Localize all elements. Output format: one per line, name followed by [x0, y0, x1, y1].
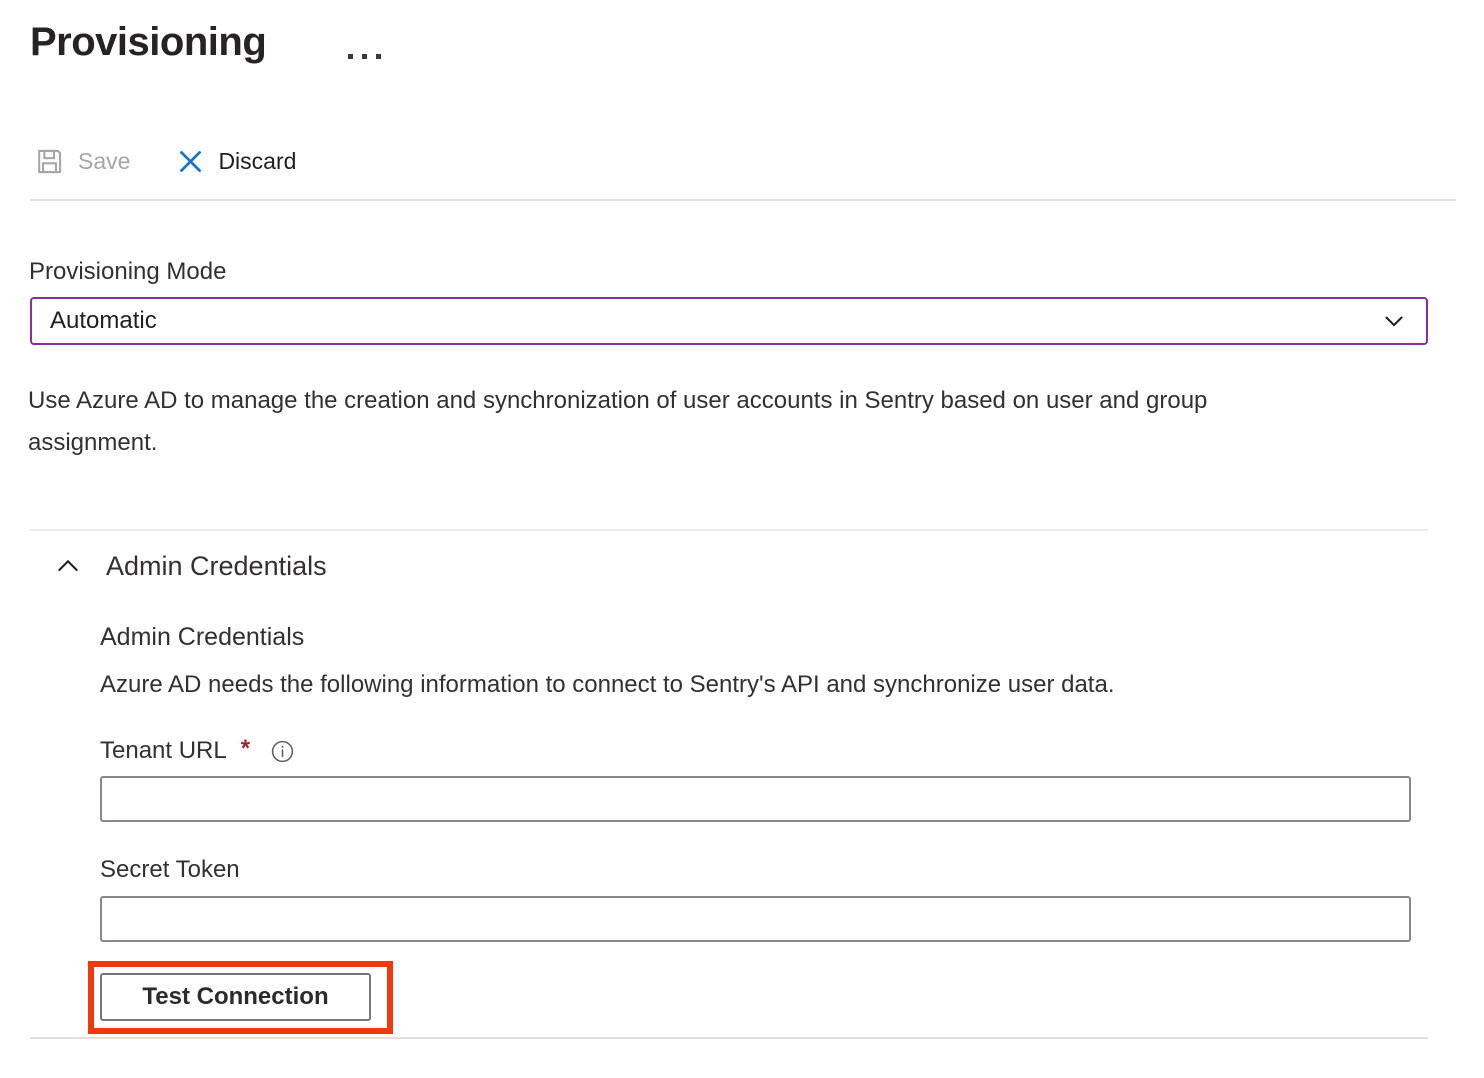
save-button-label: Save: [78, 148, 130, 175]
more-options-button[interactable]: [348, 54, 381, 59]
discard-button[interactable]: Discard: [176, 147, 296, 176]
save-button[interactable]: Save: [34, 146, 130, 177]
provisioning-mode-label: Provisioning Mode: [29, 258, 226, 286]
admin-credentials-section-toggle[interactable]: Admin Credentials: [52, 550, 327, 582]
toolbar-divider: [30, 199, 1456, 201]
test-connection-button[interactable]: Test Connection: [100, 973, 371, 1021]
chevron-down-icon: [1380, 307, 1408, 335]
floppy-disk-icon: [34, 146, 65, 177]
bottom-divider: [30, 1037, 1428, 1039]
required-asterisk: *: [241, 735, 250, 763]
x-mark-icon: [176, 147, 205, 176]
provisioning-mode-select[interactable]: Automatic: [30, 297, 1428, 345]
admin-credentials-description: Azure AD needs the following information…: [100, 671, 1115, 699]
tenant-url-input[interactable]: [100, 776, 1411, 822]
provisioning-mode-description: Use Azure AD to manage the creation and …: [28, 380, 1338, 464]
secret-token-label: Secret Token: [100, 856, 240, 884]
section-divider: [30, 529, 1428, 531]
page-title: Provisioning: [30, 20, 266, 65]
provisioning-page: Provisioning Save Discard: [0, 0, 1484, 1078]
command-bar: Save Discard: [34, 146, 296, 177]
ellipsis-icon: [348, 54, 353, 59]
tenant-url-label: Tenant URL: [100, 737, 227, 765]
ellipsis-icon: [376, 54, 381, 59]
secret-token-input[interactable]: [100, 896, 1411, 942]
admin-credentials-section-title: Admin Credentials: [106, 551, 327, 582]
info-circle-icon[interactable]: [270, 739, 295, 764]
admin-credentials-heading: Admin Credentials: [100, 623, 304, 652]
tenant-url-label-row: Tenant URL *: [100, 737, 295, 765]
ellipsis-icon: [362, 54, 367, 59]
discard-button-label: Discard: [218, 148, 296, 175]
provisioning-mode-selected-value: Automatic: [50, 307, 157, 335]
chevron-up-icon: [52, 550, 84, 582]
